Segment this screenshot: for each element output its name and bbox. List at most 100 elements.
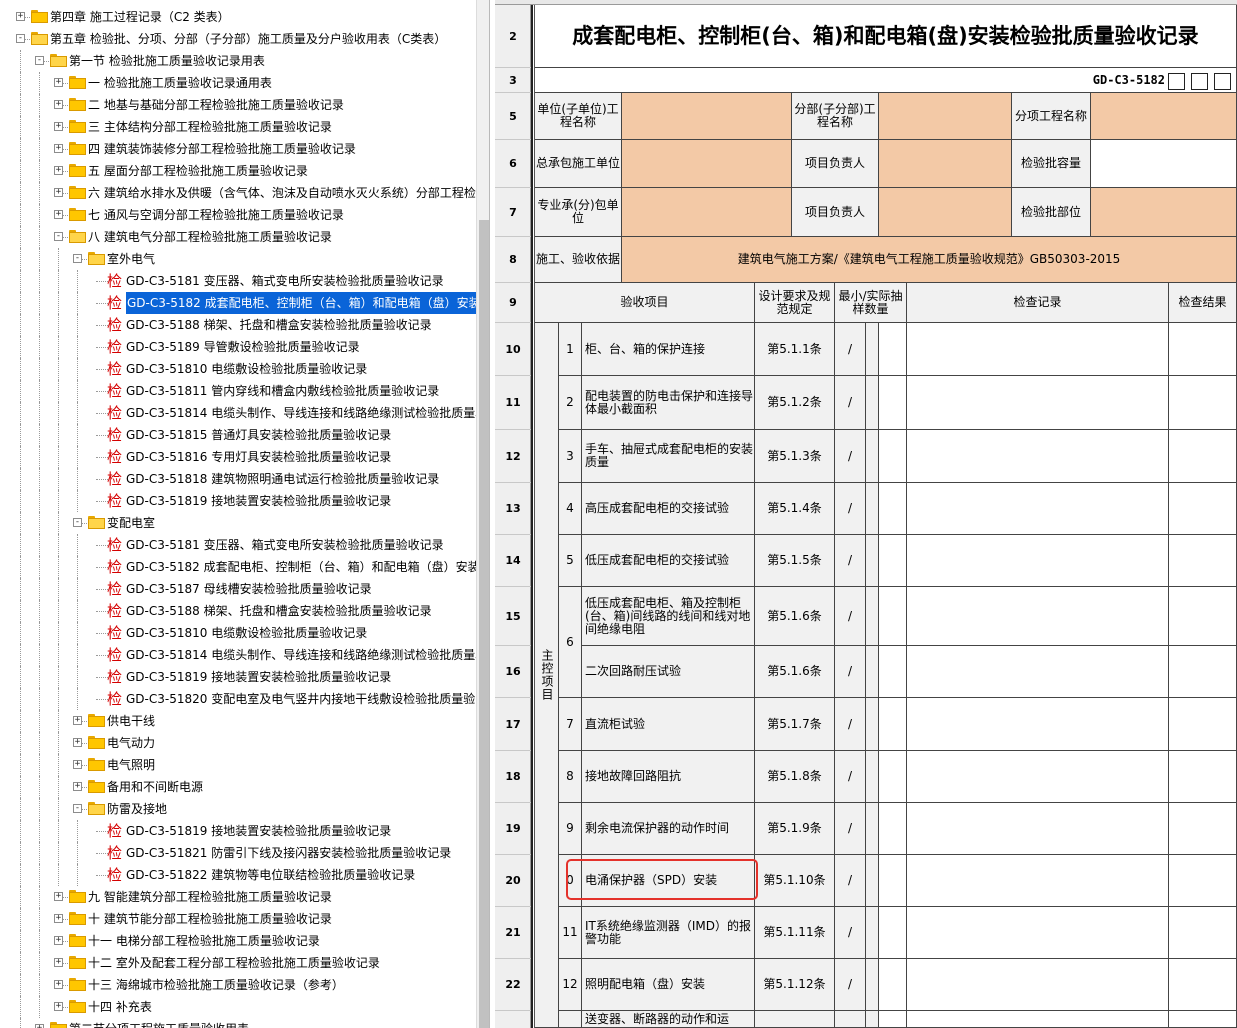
label-item[interactable]: 分项工程名称 — [1012, 93, 1091, 140]
item-sample-shade[interactable] — [866, 803, 879, 855]
item-sample[interactable]: / — [835, 646, 866, 698]
item-sample-shade[interactable] — [866, 587, 879, 646]
collapse-icon[interactable]: - — [54, 232, 63, 241]
tree-item[interactable]: 检 GD-C3-51811 管内穿线和槽盒内敷线检验批质量验收记录 — [0, 380, 476, 402]
col-header-sample[interactable]: 最小/实际抽样数量 — [835, 283, 907, 323]
item-clause[interactable]: 第5.1.4条 — [755, 483, 835, 535]
tree-item[interactable]: + 第二节分项工程施工质量验收用表 — [0, 1018, 476, 1028]
item-record[interactable] — [907, 855, 1169, 907]
item-sample-shade[interactable] — [866, 907, 879, 959]
row-number[interactable]: 17 — [495, 698, 531, 751]
item-name[interactable]: 接地故障回路阻抗 — [582, 751, 755, 803]
row-number[interactable]: 21 — [495, 907, 531, 959]
tree-item[interactable]: - 室外电气 — [0, 248, 476, 270]
item-sample-shade[interactable] — [866, 855, 879, 907]
item-result[interactable] — [1169, 535, 1237, 587]
item-sample-actual[interactable] — [879, 646, 907, 698]
tree-item[interactable]: 检 GD-C3-51814 电缆头制作、导线连接和线路绝缘测试检验批质量验 — [0, 644, 487, 666]
row-number[interactable]: 12 — [495, 430, 531, 483]
item-sample-shade[interactable] — [866, 535, 879, 587]
tree-item[interactable]: - 变配电室 — [0, 512, 476, 534]
item-clause[interactable] — [755, 1011, 835, 1028]
expand-icon[interactable]: + — [73, 716, 82, 725]
col-header-design[interactable]: 设计要求及规范规定 — [755, 283, 835, 323]
row-number[interactable]: 9 — [495, 283, 531, 323]
item-record[interactable] — [907, 1011, 1169, 1028]
tree-item[interactable]: + 七 通风与空调分部工程检验批施工质量验收记录 — [0, 204, 476, 226]
item-sample-shade[interactable] — [866, 959, 879, 1011]
item-sample[interactable]: / — [835, 323, 866, 376]
item-name[interactable]: 高压成套配电柜的交接试验 — [582, 483, 755, 535]
item-result[interactable] — [1169, 483, 1237, 535]
tree-item[interactable]: + 一 检验批施工质量验收记录通用表 — [0, 72, 476, 94]
item-sample[interactable]: / — [835, 587, 866, 646]
item-sample-actual[interactable] — [879, 376, 907, 430]
tree-item[interactable]: 检 GD-C3-51816 专用灯具安装检验批质量验收记录 — [0, 446, 476, 468]
tree-item[interactable]: 检 GD-C3-5188 梯架、托盘和槽盒安装检验批质量验收记录 — [0, 600, 476, 622]
item-sample-actual[interactable] — [879, 535, 907, 587]
item-sample[interactable]: / — [835, 430, 866, 483]
item-sample-actual[interactable] — [879, 587, 907, 646]
label-location[interactable]: 检验批部位 — [1012, 188, 1091, 237]
item-name[interactable]: 直流柜试验 — [582, 698, 755, 751]
item-sample-shade[interactable] — [866, 483, 879, 535]
tree-item[interactable]: + 二 地基与基础分部工程检验批施工质量验收记录 — [0, 94, 476, 116]
expand-icon[interactable]: + — [54, 122, 63, 131]
item-number[interactable]: 1 — [559, 323, 582, 376]
item-sample-shade[interactable] — [866, 698, 879, 751]
item-name[interactable]: 手车、抽屉式成套配电柜的安装质量 — [582, 430, 755, 483]
item-name[interactable]: 电涌保护器（SPD）安装 — [582, 855, 755, 907]
item-sample-shade[interactable] — [866, 751, 879, 803]
item-sample-actual[interactable] — [879, 1011, 907, 1028]
item-name[interactable]: 配电装置的防电击保护和连接导体最小截面积 — [582, 376, 755, 430]
field-item[interactable] — [1091, 93, 1237, 140]
expand-icon[interactable]: + — [73, 760, 82, 769]
expand-icon[interactable]: + — [16, 12, 25, 21]
item-result[interactable] — [1169, 430, 1237, 483]
item-sample[interactable]: / — [835, 698, 866, 751]
label-manager-2[interactable]: 项目负责人 — [792, 188, 879, 237]
item-sample-actual[interactable] — [879, 855, 907, 907]
tree-item[interactable]: + 三 主体结构分部工程检验批施工质量验收记录 — [0, 116, 476, 138]
item-record[interactable] — [907, 959, 1169, 1011]
label-capacity[interactable]: 检验批容量 — [1012, 140, 1091, 188]
col-header-record[interactable]: 检查记录 — [907, 283, 1169, 323]
tree-item[interactable]: + 六 建筑给水排水及供暖（含气体、泡沫及自动喷水灭火系统）分部工程检 — [0, 182, 476, 204]
expand-icon[interactable]: + — [54, 166, 63, 175]
item-sample[interactable]: / — [835, 376, 866, 430]
row-number[interactable]: 7 — [495, 188, 531, 237]
tree-item[interactable]: 检 GD-C3-51821 防雷引下线及接闪器安装检验批质量验收记录 — [0, 842, 476, 864]
tree-item[interactable]: - 第一节 检验批施工质量验收记录用表 — [0, 50, 476, 72]
tree-item[interactable]: - 八 建筑电气分部工程检验批施工质量验收记录 — [0, 226, 476, 248]
row-number[interactable]: 6 — [495, 140, 531, 188]
row-number[interactable]: 22 — [495, 959, 531, 1011]
tree-item[interactable]: 检 GD-C3-51820 变配电室及电气竖井内接地干线敷设检验批质量验收 — [0, 688, 487, 710]
tree-item[interactable]: 检 GD-C3-51818 建筑物照明通电试运行检验批质量验收记录 — [0, 468, 476, 490]
item-clause[interactable]: 第5.1.6条 — [755, 646, 835, 698]
tree-item[interactable]: + 十 建筑节能分部工程检验批施工质量验收记录 — [0, 908, 476, 930]
item-name[interactable]: IT系统绝缘监测器（IMD）的报警功能 — [582, 907, 755, 959]
main-control-label[interactable]: 主控项目 — [535, 323, 559, 1028]
item-sample-actual[interactable] — [879, 907, 907, 959]
item-clause[interactable]: 第5.1.5条 — [755, 535, 835, 587]
field-manager-2[interactable] — [879, 188, 1012, 237]
item-record[interactable] — [907, 698, 1169, 751]
row-number[interactable]: 14 — [495, 535, 531, 587]
row-number[interactable]: 18 — [495, 751, 531, 803]
expand-icon[interactable]: + — [54, 914, 63, 923]
item-name[interactable]: 柜、台、箱的保护连接 — [582, 323, 755, 376]
item-record[interactable] — [907, 535, 1169, 587]
tree-item[interactable]: + 五 屋面分部工程检验批施工质量验收记录 — [0, 160, 476, 182]
collapse-icon[interactable]: - — [73, 254, 82, 263]
collapse-icon[interactable]: - — [73, 804, 82, 813]
item-clause[interactable]: 第5.1.2条 — [755, 376, 835, 430]
item-number[interactable]: 2 — [559, 376, 582, 430]
tree-item[interactable]: 检 GD-C3-5189 导管敷设检验批质量验收记录 — [0, 336, 476, 358]
item-number[interactable]: 9 — [559, 803, 582, 855]
collapse-icon[interactable]: - — [73, 518, 82, 527]
expand-icon[interactable]: + — [54, 1002, 63, 1011]
item-result[interactable] — [1169, 907, 1237, 959]
label-unit[interactable]: 单位(子单位)工程名称 — [535, 93, 622, 140]
expand-icon[interactable]: + — [73, 782, 82, 791]
tree-item[interactable]: - 防雷及接地 — [0, 798, 476, 820]
